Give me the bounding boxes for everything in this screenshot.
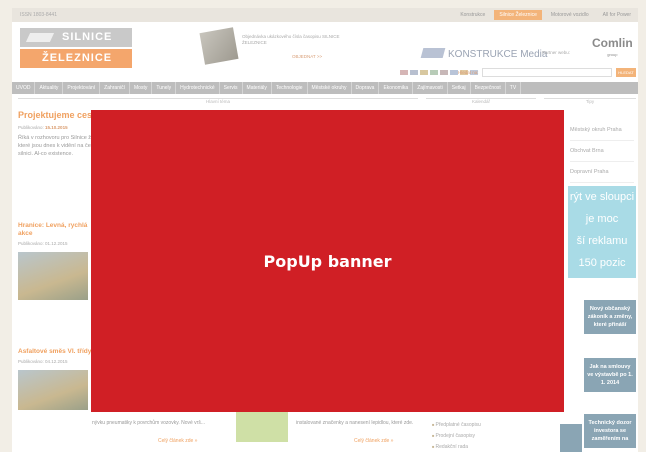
news-date: Publikováno: 01.12.2015 bbox=[18, 241, 68, 246]
tips-item[interactable]: Dopravní Praha bbox=[570, 162, 634, 183]
flag-icon[interactable] bbox=[410, 70, 418, 75]
nav-item[interactable]: Zajímavosti bbox=[413, 82, 448, 94]
logo-line1: SILNICE bbox=[20, 28, 132, 47]
read-more-link[interactable]: Celý článek zde » bbox=[158, 438, 197, 444]
nav-item[interactable]: Aktuality bbox=[35, 82, 64, 94]
site-link-motorove[interactable]: Motorové vozidlo bbox=[546, 10, 594, 20]
issn-text: ISSN 1803-8441 bbox=[20, 12, 57, 18]
flag-icon[interactable] bbox=[400, 70, 408, 75]
section-head-tips: Tipy bbox=[544, 98, 636, 104]
section-head-main: Hlavní téma bbox=[18, 98, 418, 104]
news-snippet: instalované značenky a nanesení lepidlou… bbox=[296, 420, 414, 426]
nav-item[interactable]: Mosty bbox=[130, 82, 153, 94]
site-link-silnice[interactable]: Silnice Železnice bbox=[494, 10, 542, 20]
flag-icon[interactable] bbox=[450, 70, 458, 75]
site-logo[interactable]: SILNICE ŽELEZNICE bbox=[20, 28, 132, 68]
konstrukce-mark-icon bbox=[420, 48, 446, 58]
tips-item[interactable]: Městský okruh Praha bbox=[570, 120, 634, 141]
nav-item[interactable]: Zahraničí bbox=[100, 82, 130, 94]
footer-link[interactable]: Předplatné časopisu bbox=[432, 422, 481, 428]
footer-link[interactable]: Prodejní časopisy bbox=[432, 433, 481, 439]
news-image[interactable] bbox=[236, 412, 288, 442]
nav-item[interactable]: Materiály bbox=[243, 82, 272, 94]
promo-box[interactable]: Jak na smlouvy ve výstavbě po 1. 1. 2014 bbox=[584, 358, 636, 392]
konstrukce-logo[interactable]: KONSTRUKCE Media bbox=[420, 48, 547, 60]
search-button[interactable]: HLEDAT bbox=[616, 68, 636, 77]
magazine-stack-image bbox=[199, 27, 239, 65]
nav-item[interactable]: Bezpečnost bbox=[471, 82, 506, 94]
partner-label: Partner webu: bbox=[542, 50, 571, 55]
search-input[interactable] bbox=[482, 68, 612, 77]
read-more-link[interactable]: Celý článek zde » bbox=[354, 438, 393, 444]
logo-line2: ŽELEZNICE bbox=[20, 49, 132, 68]
nav-item[interactable]: Hydrotechnické bbox=[176, 82, 220, 94]
news-image[interactable] bbox=[18, 370, 88, 410]
flag-icon[interactable] bbox=[440, 70, 448, 75]
main-nav: UVOD Aktuality Projektování Zahraničí Mo… bbox=[12, 82, 638, 94]
nav-item[interactable]: Technologie bbox=[272, 82, 308, 94]
promo-cta[interactable]: OBJEDNAT >> bbox=[292, 54, 322, 59]
promo-box[interactable]: Technický dozor investora se zaměřením n… bbox=[584, 414, 636, 448]
nav-item[interactable]: TV bbox=[506, 82, 522, 94]
top-utility-bar: ISSN 1803-8441 Konstrukce Silnice Železn… bbox=[12, 8, 638, 22]
site-links: Konstrukce Silnice Železnice Motorové vo… bbox=[455, 10, 636, 20]
search-label: Hledat na: bbox=[458, 70, 479, 75]
news-title[interactable]: Hranice: Levná, rychlá akce bbox=[18, 222, 94, 238]
flag-icon[interactable] bbox=[430, 70, 438, 75]
news-item: Hranice: Levná, rychlá akce Publikováno:… bbox=[18, 222, 94, 300]
nav-item[interactable]: Setkaj bbox=[448, 82, 471, 94]
promo-box[interactable]: Nový občanský zákoník a změny, které při… bbox=[584, 300, 636, 334]
promo-order[interactable]: Objednávka ukázkového čísla časopisu SIL… bbox=[199, 27, 352, 65]
nav-item[interactable]: Městské okruhy bbox=[308, 82, 352, 94]
ad-banner[interactable]: rýt ve sloupci je moc ší reklamu 150 poz… bbox=[568, 186, 636, 278]
footer-link[interactable]: Redakční rada bbox=[432, 444, 481, 450]
footer-links: Předplatné časopisu Prodejní časopisy Re… bbox=[432, 422, 481, 452]
s-logo-icon bbox=[560, 424, 582, 452]
site-link-konstrukce[interactable]: Konstrukce bbox=[455, 10, 490, 20]
news-snippet: nývku pneumatiky k povrchům vozovky. Nov… bbox=[92, 420, 206, 426]
nav-item[interactable]: Servis bbox=[220, 82, 243, 94]
news-date: Publikováno: 04.12.2015 bbox=[18, 359, 68, 364]
nav-item[interactable]: Ekonomika bbox=[379, 82, 414, 94]
popup-banner[interactable]: PopUp banner bbox=[91, 110, 564, 412]
nav-item[interactable]: Projektování bbox=[63, 82, 101, 94]
tips-item[interactable]: Obchvat Brna bbox=[570, 141, 634, 162]
promo-text: Objednávka ukázkového čísla časopisu SIL… bbox=[242, 34, 340, 45]
news-title[interactable]: Asfaltové směs VI. třídy bbox=[18, 348, 94, 356]
site-link-power[interactable]: All for Power bbox=[598, 10, 636, 20]
comlin-logo[interactable]: Comlin group bbox=[592, 37, 633, 60]
nav-item[interactable]: Tunely bbox=[152, 82, 177, 94]
nav-item[interactable]: Doprava bbox=[352, 82, 380, 94]
popup-label: PopUp banner bbox=[263, 251, 392, 271]
news-image[interactable] bbox=[18, 252, 88, 300]
news-item: Asfaltové směs VI. třídy Publikováno: 04… bbox=[18, 348, 94, 410]
nav-item[interactable]: UVOD bbox=[12, 82, 36, 94]
section-head-calendar: Kalendář bbox=[426, 98, 536, 104]
flag-icon[interactable] bbox=[420, 70, 428, 75]
